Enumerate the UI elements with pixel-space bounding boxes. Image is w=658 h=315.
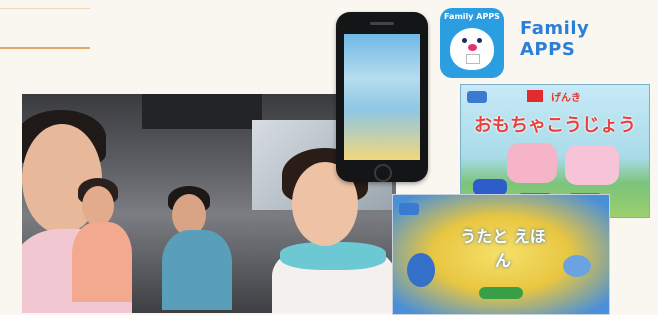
family-apps-logo: Family APPS <box>520 18 644 60</box>
app-badge <box>527 90 543 102</box>
play-button <box>479 287 523 299</box>
menu-button <box>467 91 487 103</box>
child-3-body <box>162 230 232 310</box>
toy-illustration-1 <box>507 143 557 183</box>
app-icon-label: Family APPS <box>444 12 500 21</box>
logo-text: Family APPS <box>520 18 590 60</box>
header-rule <box>0 47 90 49</box>
header-rule-top <box>0 8 90 9</box>
toy-illustration-2 <box>565 145 619 185</box>
planet-illustration <box>563 255 591 277</box>
mascot-teeth <box>466 54 480 64</box>
car-illustration <box>473 179 507 195</box>
card1-subtitle: げんき <box>551 93 581 104</box>
car-ceiling <box>142 94 262 129</box>
mascot-left-eye <box>462 38 467 43</box>
song-picture-book-app-screenshot: うたと えほん <box>392 194 610 315</box>
phone-screen <box>344 34 420 160</box>
card1-title: おもちゃこうじょう <box>474 115 636 136</box>
child-2-body <box>72 222 132 302</box>
menu-button <box>399 203 419 215</box>
family-apps-app-icon[interactable]: Family APPS <box>440 8 504 78</box>
phone-speaker <box>370 22 394 25</box>
child-2-face <box>82 186 114 226</box>
phone-home-button <box>374 164 392 182</box>
smartphone-device <box>336 12 428 182</box>
rocket-illustration <box>407 253 435 287</box>
mascot-nose <box>468 44 477 51</box>
card2-title: うたと えほん <box>460 227 546 270</box>
child-4-towel <box>280 242 386 270</box>
mascot-face-icon <box>450 28 494 70</box>
mascot-right-eye <box>477 38 482 43</box>
